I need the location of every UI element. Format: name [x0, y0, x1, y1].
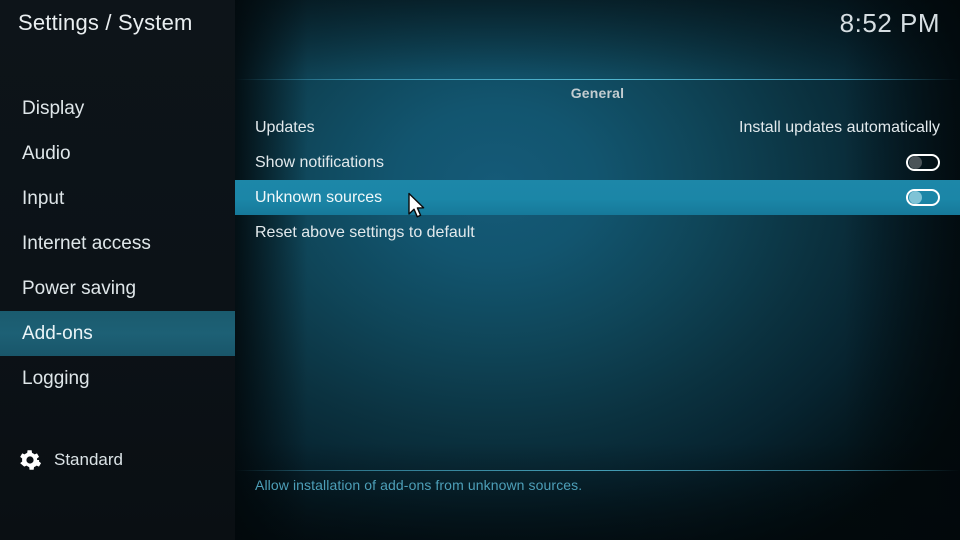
- setting-label-unknown-sources: Unknown sources: [255, 188, 383, 206]
- setting-row-unknown-sources[interactable]: Unknown sources: [235, 180, 960, 215]
- mouse-cursor: [407, 192, 427, 225]
- setting-row-reset-defaults[interactable]: Reset above settings to default: [235, 215, 960, 250]
- settings-rows: Updates Install updates automatically Sh…: [235, 110, 960, 250]
- sidebar-item-audio[interactable]: Audio: [0, 131, 235, 176]
- setting-row-updates[interactable]: Updates Install updates automatically: [235, 110, 960, 145]
- settings-level-label: Standard: [54, 450, 123, 469]
- gear-icon: [18, 448, 42, 472]
- sidebar-item-input[interactable]: Input: [0, 176, 235, 221]
- toggle-unknown-sources[interactable]: [906, 189, 940, 206]
- setting-value-updates: Install updates automatically: [739, 118, 940, 136]
- settings-level-selector[interactable]: Standard: [18, 448, 123, 472]
- sidebar-item-internet-access[interactable]: Internet access: [0, 221, 235, 266]
- settings-group-title: General: [570, 85, 625, 101]
- section-divider-top: [235, 79, 960, 80]
- sidebar-item-display[interactable]: Display: [0, 86, 235, 131]
- setting-row-show-notifications[interactable]: Show notifications: [235, 145, 960, 180]
- toggle-show-notifications[interactable]: [906, 154, 940, 171]
- setting-label-reset-defaults: Reset above settings to default: [255, 223, 475, 241]
- sidebar-item-power-saving[interactable]: Power saving: [0, 266, 235, 311]
- sidebar-item-logging[interactable]: Logging: [0, 356, 235, 401]
- setting-description: Allow installation of add-ons from unkno…: [255, 477, 583, 493]
- sidebar-nav: Display Audio Input Internet access Powe…: [0, 86, 235, 401]
- setting-label-updates: Updates: [255, 118, 315, 136]
- setting-label-show-notifications: Show notifications: [255, 153, 384, 171]
- toggle-knob: [909, 156, 922, 169]
- clock: 8:52 PM: [839, 8, 940, 38]
- settings-content-panel: General Updates Install updates automati…: [235, 0, 960, 540]
- sidebar: Settings / System Display Audio Input In…: [0, 0, 235, 540]
- page-title: Settings / System: [18, 10, 193, 35]
- toggle-knob: [909, 191, 922, 204]
- footer-divider: [235, 470, 960, 471]
- kodi-settings-screen: General Updates Install updates automati…: [0, 0, 960, 540]
- sidebar-item-add-ons[interactable]: Add-ons: [0, 311, 235, 356]
